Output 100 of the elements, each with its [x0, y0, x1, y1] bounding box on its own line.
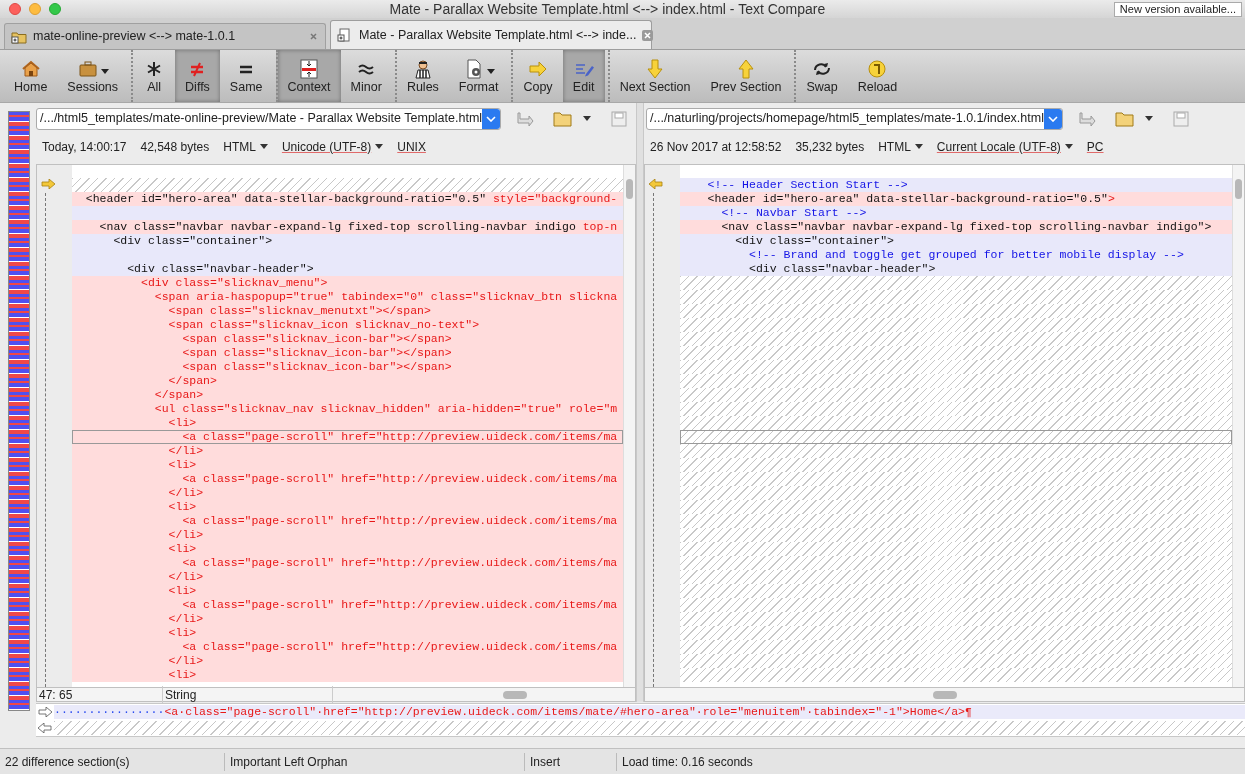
code-text: <nav class="navbar navbar-expand-lg fixed-top scrolling-navbar indigo">: [720, 220, 1212, 233]
caret-icon[interactable]: [1064, 144, 1073, 149]
toolbar-button[interactable]: Same: [219, 50, 273, 102]
toolbar-button[interactable]: Prev Section: [700, 50, 792, 102]
scrollbar-thumb[interactable]: [626, 179, 633, 199]
status-text: Insert: [524, 752, 616, 771]
path-field[interactable]: /.../naturling/projects/homepage/html5_templates/mate-1.0.1/index.html: [646, 107, 1063, 130]
code-text: <div class="container">: [112, 234, 273, 247]
changed-code: <li>: [167, 584, 197, 597]
status-text: Load time: 0.16 seconds: [616, 752, 1245, 771]
caret-icon[interactable]: [486, 69, 495, 74]
status-text: 22 difference section(s): [4, 753, 131, 771]
changed-code: </li>: [167, 654, 204, 667]
toolbar-button[interactable]: Reload: [847, 50, 908, 102]
changed-code: <span aria-haspopup="true" tabindex="0" class="slicknav_btn slickna: [153, 290, 618, 303]
dropdown-icon[interactable]: [1043, 108, 1062, 129]
document-icon: [337, 28, 353, 42]
new-version-button[interactable]: New version available...: [1113, 1, 1242, 17]
changed-code: <li>: [167, 668, 197, 681]
caret-icon[interactable]: [914, 144, 923, 149]
encoding-menu[interactable]: Current Locale (UTF-8): [936, 137, 1073, 156]
reload-icon: [866, 57, 889, 80]
toolbar-button[interactable]: Format: [448, 50, 509, 102]
changed-code: <a class="page-scroll" href="http://preview.uideck.com/items/ma: [181, 472, 618, 485]
line-endings-link[interactable]: UNIX: [397, 137, 426, 156]
toolbar-button[interactable]: Next Section: [607, 50, 701, 102]
caret-icon[interactable]: [583, 116, 592, 121]
changed-code: <span class="slicknav_menutxt"></span>: [167, 304, 431, 317]
folder-icon[interactable]: [1114, 110, 1135, 127]
line-compare-text: ················<a·class="page-scroll"·href="http://preview.uideck.com/items/mate/#hero-area"·role="menuitem"·tabindex="-1">Home</a>¶: [54, 705, 1245, 719]
minimize-window-icon[interactable]: [29, 3, 41, 15]
changed-code: <li>: [167, 542, 197, 555]
changed-code: </li>: [167, 570, 204, 583]
changed-code: </li>: [167, 612, 204, 625]
redo-arrow-icon[interactable]: [1078, 109, 1097, 128]
file-size: 42,548 bytes: [140, 138, 210, 156]
changed-code: >: [1107, 192, 1115, 205]
changed-code: <a class="page-scroll" href="http://preview.uideck.com/items/ma: [181, 514, 618, 527]
toolbar-button[interactable]: Context: [275, 50, 341, 102]
changed-code: <a class="page-scroll" href="http://preview.uideck.com/items/ma: [181, 598, 618, 611]
path-field[interactable]: /.../html5_templates/mate-online-preview/Mate - Parallax Website Template.html: [36, 107, 502, 130]
zoom-window-icon[interactable]: [49, 3, 61, 15]
changed-code: <ul class="slicknav_nav slicknav_hidden" aria-hidden="true" role="m: [153, 402, 618, 415]
caret-icon[interactable]: [100, 69, 109, 74]
changed-code: <a class="page-scroll" href="http://preview.uideck.com/items/ma: [181, 556, 618, 569]
format-menu[interactable]: HTML: [223, 137, 268, 156]
code-text: <nav class="navbar navbar-expand-lg fixed-top scrolling-navbar indigo: [98, 220, 577, 233]
close-icon[interactable]: [642, 29, 654, 41]
code-text: <div class="navbar-header">: [748, 262, 936, 275]
context-icon: [298, 57, 321, 80]
changed-code: <li>: [167, 500, 197, 513]
code-text: <header id="hero-area" data-stellar-background-ratio="0.5": [84, 192, 488, 205]
encoding-menu[interactable]: Unicode (UTF-8): [281, 137, 384, 156]
scrollbar-thumb[interactable]: [1235, 179, 1242, 199]
toolbar-button[interactable]: Swap: [794, 50, 848, 102]
changed-code: top-n: [582, 220, 618, 233]
scrollbar-thumb[interactable]: [932, 690, 957, 699]
caret-icon[interactable]: [259, 144, 268, 149]
code-comment: <!-- Navbar Start -->: [720, 206, 867, 219]
tab[interactable]: mate-online-preview <--> mate-1.0.1: [4, 23, 326, 49]
caret-icon[interactable]: [375, 144, 384, 149]
changed-code: <li>: [167, 416, 197, 429]
changed-code: <div class="slicknav_menu">: [140, 276, 328, 289]
toolbar-button[interactable]: Home: [4, 50, 58, 102]
save-icon[interactable]: [611, 110, 628, 127]
toolbar-button[interactable]: Rules: [394, 50, 449, 102]
close-window-icon[interactable]: [9, 3, 21, 15]
file-size: 35,232 bytes: [795, 138, 865, 156]
changed-code: style="background-: [492, 192, 618, 205]
scrollbar-thumb[interactable]: [503, 690, 527, 699]
changed-code: </li>: [167, 486, 204, 499]
changed-code: <span class="slicknav_icon slicknav_no-text">: [167, 318, 480, 331]
window-title: Mate - Parallax Website Template.html <--> index.html - Text Compare: [388, 0, 826, 19]
changed-code: <span class="slicknav_icon-bar"></span>: [181, 360, 452, 373]
changed-code: </li>: [167, 444, 204, 457]
tab[interactable]: Mate - Parallax Website Template.html <--> inde...: [330, 20, 652, 49]
arrow-left-icon: [649, 179, 663, 189]
redo-arrow-icon[interactable]: [517, 109, 536, 128]
toolbar-button[interactable]: Sessions: [57, 50, 129, 102]
code-text: <div class="navbar-header">: [126, 262, 314, 275]
toolbar-button[interactable]: Diffs: [175, 50, 220, 102]
save-icon[interactable]: [1172, 110, 1189, 127]
status-text: Important Left Orphan: [224, 752, 524, 771]
arrow-right-icon: [41, 179, 55, 189]
caret-icon[interactable]: [1144, 116, 1153, 121]
toolbar-button[interactable]: Minor: [340, 50, 392, 102]
close-icon[interactable]: [308, 31, 319, 42]
format-menu[interactable]: HTML: [878, 137, 923, 156]
changed-code: <a class="page-scroll" href="http://preview.uideck.com/items/ma: [181, 430, 618, 443]
code-comment: <!-- Brand and toggle get grouped for better mobile display -->: [748, 248, 1184, 261]
dropdown-icon[interactable]: [482, 108, 501, 129]
changed-code: </li>: [167, 528, 204, 541]
folder-icon[interactable]: [553, 110, 574, 127]
line-endings-link[interactable]: PC: [1086, 137, 1104, 156]
changed-code: <span class="slicknav_icon-bar"></span>: [181, 346, 452, 359]
code-text: <div class="container">: [734, 234, 894, 247]
changed-code: </span>: [153, 388, 204, 401]
toolbar-button[interactable]: Edit: [562, 50, 605, 102]
folder-icon: [11, 29, 27, 44]
file-date: Today, 14:00:17: [42, 138, 127, 156]
